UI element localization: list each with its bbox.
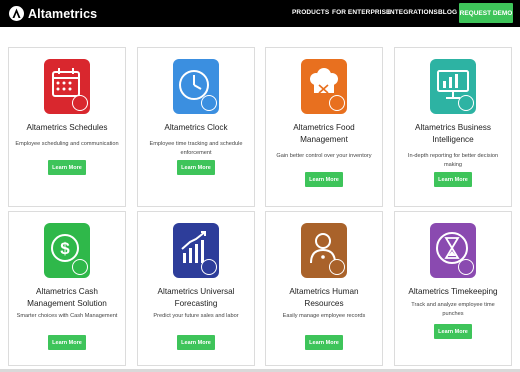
product-card-human-resources: Altametrics Human Resources Easily manag… xyxy=(265,211,383,366)
hourglass-icon xyxy=(430,223,476,278)
altametrics-badge-icon xyxy=(329,95,345,111)
learn-more-button[interactable]: Learn More xyxy=(48,160,86,175)
altametrics-badge-icon xyxy=(458,95,474,111)
svg-text:$: $ xyxy=(60,239,70,258)
card-description: Track and analyze employee time punches xyxy=(411,302,495,317)
trend-chart-icon xyxy=(173,223,219,278)
altametrics-badge-icon xyxy=(329,259,345,275)
altametrics-badge-icon xyxy=(72,259,88,275)
product-card-business-intelligence: Altametrics Business Intelligence In-dep… xyxy=(394,47,512,207)
brand-logo[interactable]: Altametrics xyxy=(9,5,97,22)
bar-chart-icon xyxy=(430,59,476,114)
nav-link-integrations[interactable]: INTEGRATIONS xyxy=(388,9,438,16)
product-card-cash-management: $ Altametrics Cash Management Solution S… xyxy=(8,211,126,366)
card-title: Altametrics Business Intelligence xyxy=(415,123,491,144)
learn-more-button[interactable]: Learn More xyxy=(305,335,343,350)
product-card-schedules: Altametrics Schedules Employee schedulin… xyxy=(8,47,126,207)
learn-more-button[interactable]: Learn More xyxy=(434,324,472,339)
card-title: Altametrics Schedules xyxy=(26,123,108,132)
product-card-food-management: Altametrics Food Management Gain better … xyxy=(265,47,383,207)
calendar-icon xyxy=(44,59,90,114)
card-description: Smarter choices with Cash Management xyxy=(16,313,118,319)
card-title: Altametrics Cash Management Solution xyxy=(27,287,107,308)
product-card-timekeeping: Altametrics Timekeeping Track and analyz… xyxy=(394,211,512,366)
card-title: Altametrics Timekeeping xyxy=(408,287,498,296)
card-title: Altametrics Clock xyxy=(164,123,228,132)
altametrics-badge-icon xyxy=(458,259,474,275)
altametrics-badge-icon xyxy=(201,95,217,111)
altametrics-badge-icon xyxy=(201,259,217,275)
card-description: Gain better control over your inventory xyxy=(276,153,372,159)
nav-link-products[interactable]: PRODUCTS xyxy=(292,9,329,16)
nav-link-blog[interactable]: BLOG xyxy=(438,9,457,16)
learn-more-button[interactable]: Learn More xyxy=(48,335,86,350)
learn-more-button[interactable]: Learn More xyxy=(305,172,343,187)
learn-more-button[interactable]: Learn More xyxy=(434,172,472,187)
brand-name: Altametrics xyxy=(28,6,98,21)
coin-icon: $ xyxy=(44,223,90,278)
card-description: In-depth reporting for better decision m… xyxy=(407,153,499,168)
card-description: Predict your future sales and labor xyxy=(153,313,239,319)
product-card-clock: Altametrics Clock Employee time tracking… xyxy=(137,47,255,207)
request-demo-button[interactable]: REQUEST DEMO xyxy=(459,3,513,23)
card-title: Altametrics Universal Forecasting xyxy=(157,287,235,308)
card-description: Employee scheduling and communication xyxy=(15,141,119,147)
clock-icon xyxy=(173,59,219,114)
learn-more-button[interactable]: Learn More xyxy=(177,335,215,350)
product-card-universal-forecasting: Altametrics Universal Forecasting Predic… xyxy=(137,211,255,366)
top-navbar: Altametrics PRODUCTS FOR ENTERPRISE INTE… xyxy=(0,0,520,27)
altametrics-badge-icon xyxy=(72,95,88,111)
nav-link-for-enterprise[interactable]: FOR ENTERPRISE xyxy=(332,9,390,16)
card-title: Altametrics Human Resources xyxy=(289,287,359,308)
person-icon xyxy=(301,223,347,278)
card-description: Easily manage employee records xyxy=(282,313,366,319)
card-description: Employee time tracking and schedule enfo… xyxy=(149,141,243,156)
chef-hat-icon xyxy=(301,59,347,114)
altametrics-logo-icon xyxy=(9,6,24,21)
learn-more-button[interactable]: Learn More xyxy=(177,160,215,175)
card-title: Altametrics Food Management xyxy=(293,123,355,144)
